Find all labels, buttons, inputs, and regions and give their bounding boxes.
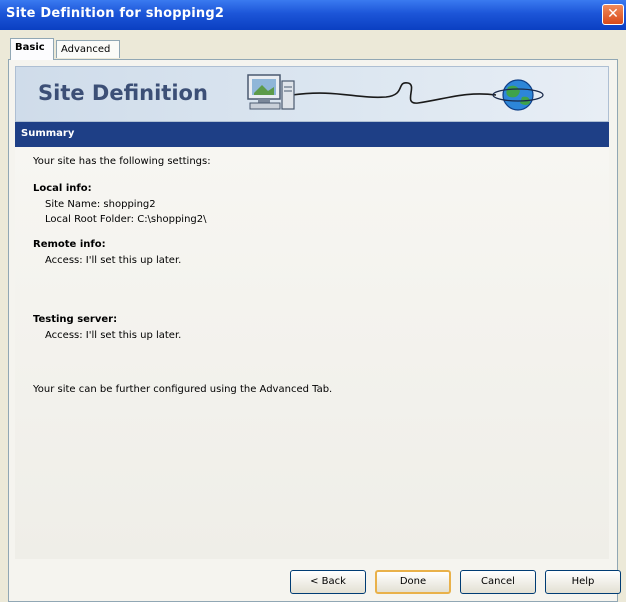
cancel-button[interactable]: Cancel: [460, 570, 536, 594]
close-button[interactable]: ✕: [602, 4, 624, 25]
tab-strip: Basic Advanced: [8, 38, 618, 60]
globe-icon: [492, 79, 544, 111]
footer-note: Your site can be further configured usin…: [33, 384, 333, 395]
section-bar: Summary: [15, 122, 609, 147]
site-name: Site Name: shopping2: [45, 199, 156, 210]
tab-advanced[interactable]: Advanced: [56, 40, 120, 58]
section-title: Summary: [21, 128, 75, 139]
close-icon: ✕: [607, 6, 619, 22]
testing-server-header: Testing server:: [33, 314, 118, 325]
site-definition-dialog: Site Definition for shopping2 ✕ Basic Ad…: [0, 0, 626, 602]
window-title: Site Definition for shopping2: [6, 6, 225, 21]
back-button[interactable]: < Back: [290, 570, 366, 594]
remote-access: Access: I'll set this up later.: [45, 255, 182, 266]
remote-info-header: Remote info:: [33, 239, 106, 250]
network-illustration: [247, 74, 544, 111]
local-root-folder: Local Root Folder: C:\shopping2\: [45, 214, 207, 225]
tab-panel: Site Definition Summary Your site has th…: [8, 59, 618, 602]
tab-basic[interactable]: Basic: [10, 38, 54, 60]
summary-content: Your site has the following settings: Lo…: [15, 147, 609, 559]
testing-access: Access: I'll set this up later.: [45, 330, 182, 341]
done-button[interactable]: Done: [375, 570, 451, 594]
banner-title: Site Definition: [38, 81, 208, 105]
banner: Site Definition: [15, 66, 609, 122]
computer-icon: [247, 74, 295, 110]
title-bar[interactable]: Site Definition for shopping2 ✕: [0, 0, 626, 30]
help-button[interactable]: Help: [545, 570, 621, 594]
local-info-header: Local info:: [33, 183, 92, 194]
summary-intro: Your site has the following settings:: [33, 156, 211, 167]
